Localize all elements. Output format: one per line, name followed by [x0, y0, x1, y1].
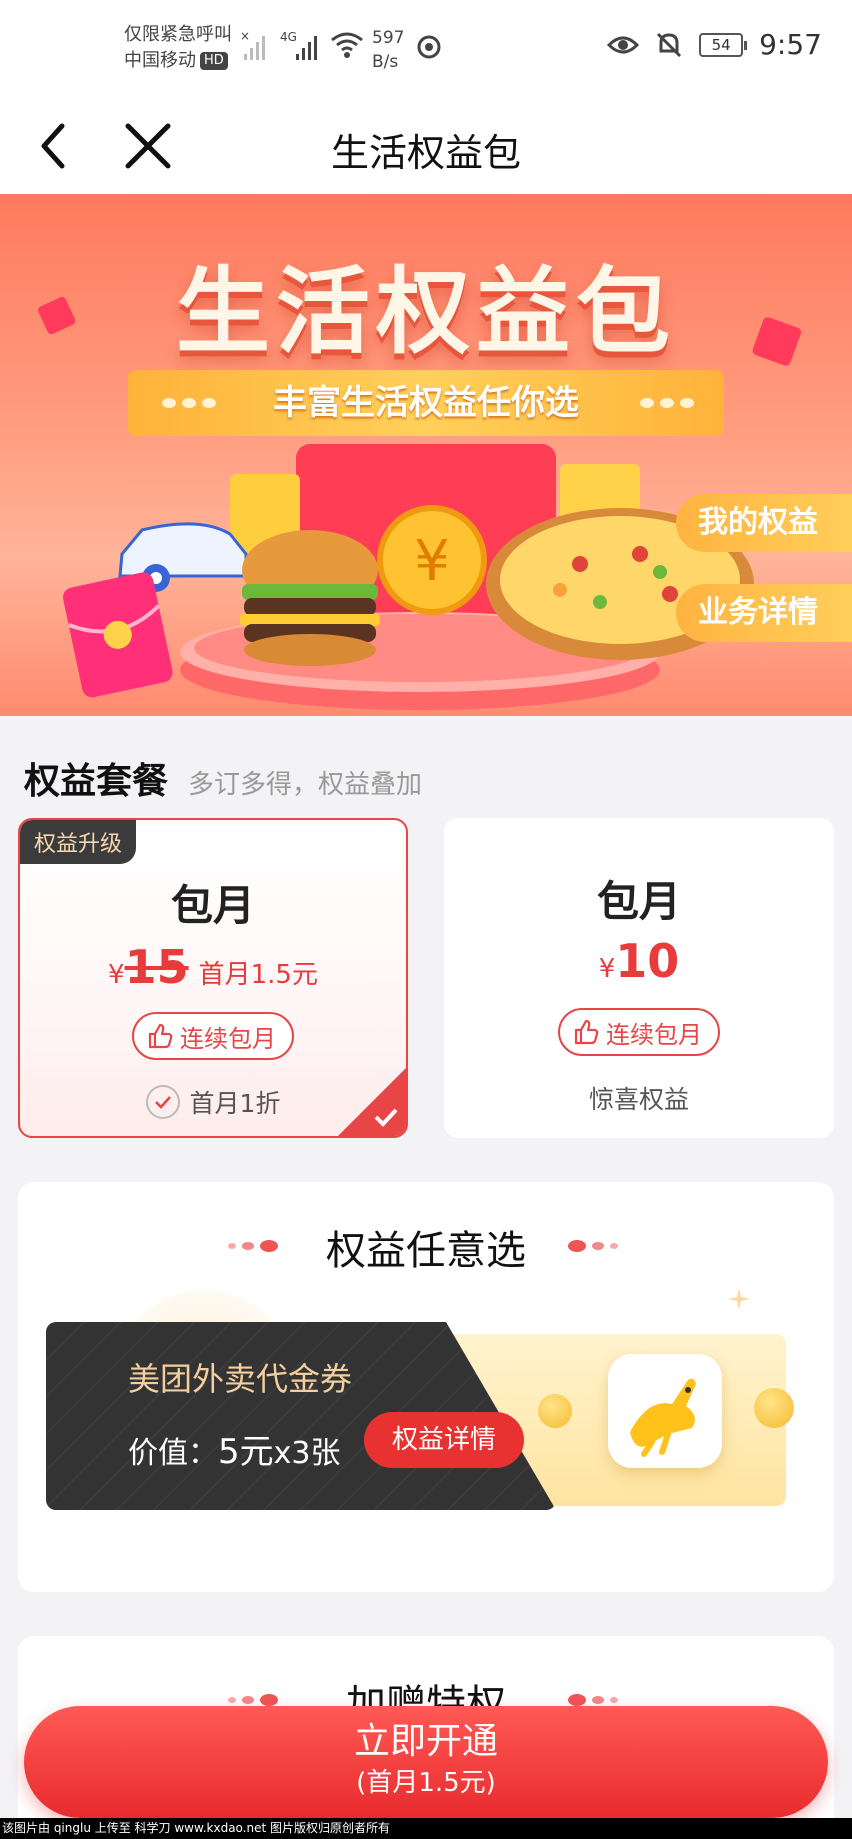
plan-price: ¥15 首月1.5元	[20, 940, 406, 994]
ribbon-dots-left	[162, 398, 222, 408]
sync-icon	[417, 35, 441, 59]
plan-note-text: 惊喜权益	[588, 1085, 689, 1114]
wifi-icon	[331, 32, 363, 58]
hero-banner: 生活权益包 丰富生活权益任你选 ¥ 我的权益 业务详情	[0, 194, 852, 716]
status-right: 54 9:57	[607, 28, 822, 61]
plans-section-header: 权益套餐 多订多得，权益叠加	[24, 752, 422, 804]
plan-card-monthly[interactable]: 包月 ¥10 连续包月 惊喜权益	[444, 818, 834, 1138]
bell-muted-icon	[657, 32, 682, 57]
continuous-monthly-label: 连续包月	[180, 1024, 276, 1053]
banner-illustration: ¥	[62, 444, 754, 710]
plan-name: 包月	[170, 881, 255, 930]
ribbon-dots-right	[640, 398, 700, 408]
banner-tagline: 丰富生活权益任你选	[273, 383, 579, 423]
continuous-monthly-button[interactable]: 连续包月	[558, 1008, 720, 1056]
coin-decoration	[538, 1394, 572, 1428]
value-count: x3张	[273, 1436, 341, 1471]
thumbs-up-icon	[574, 1019, 599, 1045]
sparkle-decoration	[728, 1288, 750, 1310]
continuous-monthly-label: 连续包月	[606, 1020, 702, 1049]
voucher-name: 美团外卖代金券	[128, 1360, 353, 1398]
plan-price-value: 10	[615, 934, 680, 988]
banner-tagline-ribbon: 丰富生活权益任你选	[128, 370, 724, 436]
plan-name: 包月	[596, 877, 681, 926]
service-details-button[interactable]: 业务详情	[676, 584, 852, 642]
plan-note-text: 首月1折	[189, 1089, 281, 1118]
signal-icon	[296, 36, 317, 60]
subscribe-now-button[interactable]: 立即开通 (首月1.5元)	[24, 1706, 828, 1818]
plan-card-upgrade[interactable]: 权益升级 包月 ¥15 首月1.5元 连续包月 首月1折	[18, 818, 408, 1138]
voucher-value: 价值：5元x3张	[128, 1424, 340, 1473]
banner-headline: 生活权益包	[175, 258, 676, 367]
thumbs-up-icon	[148, 1023, 173, 1049]
meituan-app-tile	[608, 1354, 722, 1468]
clock: 9:57	[759, 28, 822, 61]
navigation-bar: 生活权益包	[0, 96, 852, 194]
svg-text:×: ×	[240, 30, 250, 43]
hd-badge: HD	[200, 52, 228, 70]
plan-price: ¥10	[444, 934, 834, 988]
plans-section-title: 权益套餐	[24, 761, 169, 802]
first-month-price: 首月1.5元	[198, 960, 318, 990]
value-label: 价值：	[128, 1436, 218, 1471]
title-decoration-right	[568, 1694, 618, 1706]
speed-value: 597	[372, 28, 405, 48]
battery-indicator: 54	[699, 32, 748, 57]
watermark-footer: 该图片由 qinglu 上传至 科学刀 www.kxdao.net 图片版权归原…	[0, 1818, 852, 1839]
carrier-line-name: 中国移动 HD	[124, 48, 232, 74]
original-price: 15	[124, 940, 189, 994]
check-circle-icon	[145, 1085, 180, 1119]
currency-symbol: ¥	[598, 954, 616, 984]
kangaroo-icon	[630, 1378, 696, 1457]
subscribe-sub-label: (首月1.5元)	[356, 1768, 496, 1798]
signal-empty-icon: ×	[240, 30, 265, 60]
title-decoration-right	[568, 1240, 618, 1252]
benefit-details-button[interactable]: 权益详情	[364, 1412, 524, 1468]
my-benefits-button[interactable]: 我的权益	[676, 494, 852, 552]
eye-icon	[607, 36, 640, 53]
benefit-selection-panel: 权益任意选 美团外卖代金券 价值：5元x3张 权益详情	[18, 1182, 834, 1592]
coin-decoration	[754, 1388, 794, 1428]
carrier-line-emergency: 仅限紧急呼叫	[124, 24, 232, 45]
continuous-monthly-button[interactable]: 连续包月	[132, 1012, 294, 1060]
plan-tag: 权益升级	[20, 820, 137, 864]
value-amount: 5元	[218, 1432, 274, 1472]
benefit-section-title: 权益任意选	[326, 1228, 526, 1274]
svg-text:¥: ¥	[414, 529, 450, 594]
subscribe-label: 立即开通	[353, 1721, 498, 1762]
page-title: 生活权益包	[330, 131, 521, 175]
plans-section-subtitle: 多订多得，权益叠加	[188, 770, 423, 800]
speed-unit: B/s	[372, 52, 399, 72]
selected-check-icon	[374, 1108, 398, 1127]
network-speed: 597 B/s	[372, 26, 404, 74]
carrier-info: 仅限紧急呼叫 中国移动 HD	[124, 22, 232, 74]
carrier-name: 中国移动	[124, 50, 196, 71]
status-bar: 仅限紧急呼叫 中国移动 HD × 4G 597 B/s 54 9:57	[0, 0, 852, 96]
currency-symbol: ¥	[108, 960, 125, 990]
